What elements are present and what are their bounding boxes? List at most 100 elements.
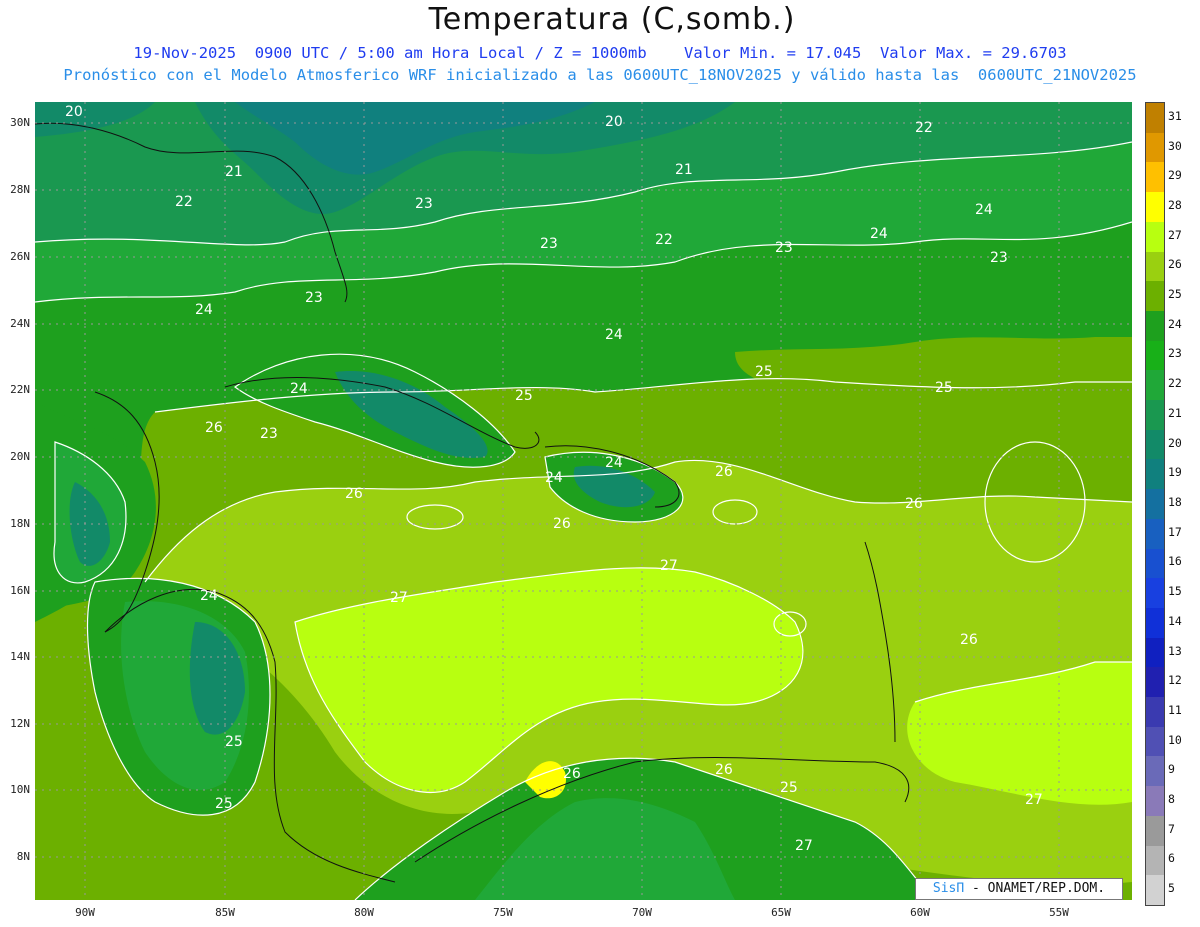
colorbar-swatch [1146, 281, 1164, 312]
credit-org: - ONAMET/REP.DOM. [964, 881, 1106, 896]
lon-label: 60W [910, 906, 930, 919]
contour-label: 26 [960, 632, 978, 648]
colorbar-swatch [1146, 103, 1164, 134]
contour-label: 21 [675, 162, 693, 178]
colorbar-swatch [1146, 310, 1164, 342]
colorbar-label: 12 [1168, 673, 1182, 688]
map-subtitle-model: Pronóstico con el Modelo Atmosferico WRF… [63, 66, 1137, 84]
credit-box: SisΠ - ONAMET/REP.DOM. [915, 878, 1123, 900]
contour-label: 23 [260, 426, 278, 442]
contour-label: 24 [545, 470, 563, 486]
lat-label: 20N [10, 450, 30, 463]
colorbar-label: 15 [1168, 584, 1182, 599]
contour-label: 24 [975, 202, 993, 218]
contour-label: 24 [200, 588, 218, 604]
colorbar-swatch [1146, 815, 1164, 847]
lat-label: 16N [10, 584, 30, 597]
colorbar-swatch [1146, 429, 1164, 460]
colorbar-label: 9 [1168, 762, 1175, 777]
colorbar-label: 22 [1168, 376, 1182, 391]
colorbar-label: 19 [1168, 465, 1182, 480]
colorbar-swatch [1146, 400, 1164, 431]
colorbar-swatch [1146, 340, 1164, 371]
colorbar-label: 7 [1168, 821, 1175, 836]
colorbar-label: 31 [1168, 108, 1182, 123]
contour-label: 24 [870, 226, 888, 242]
contour-label: 25 [780, 780, 798, 796]
contour-label: 26 [563, 766, 581, 782]
colorbar-label: 10 [1168, 732, 1182, 747]
contour-label: 26 [553, 516, 571, 532]
colorbar-swatch [1146, 578, 1164, 609]
contour-label: 24 [290, 381, 308, 397]
colorbar-swatch [1146, 875, 1164, 906]
contour-label: 27 [1025, 792, 1043, 808]
lat-label: 12N [10, 717, 30, 730]
colorbar-swatch [1146, 786, 1164, 817]
temperature-field: 20 20 21 21 22 22 22 23 23 23 23 23 23 24 24 24 24 24 24 24… [35, 102, 1132, 900]
contour-label: 27 [390, 590, 408, 606]
contour-label: 26 [715, 762, 733, 778]
colorbar-swatch [1146, 637, 1164, 668]
contour-label: 26 [715, 464, 733, 480]
colorbar-swatch [1146, 756, 1164, 787]
contour-label: 22 [915, 120, 933, 136]
contour-label: 22 [655, 232, 673, 248]
colorbar-label: 29 [1168, 168, 1182, 183]
contour-label: 25 [755, 364, 773, 380]
contour-label: 27 [795, 838, 813, 854]
colorbar-label: 25 [1168, 287, 1182, 302]
lat-label: 22N [10, 383, 30, 396]
map-title: Temperatura (C,somb.) [428, 2, 796, 37]
lat-label: 28N [10, 183, 30, 196]
contour-label: 20 [65, 104, 83, 120]
lon-label: 90W [75, 906, 95, 919]
map-subtitle-run: 19-Nov-2025 0900 UTC / 5:00 am Hora Loca… [133, 44, 1067, 62]
lat-label: 10N [10, 783, 30, 796]
contour-label: 25 [935, 380, 953, 396]
contour-label: 23 [990, 250, 1008, 266]
contour-label: 24 [605, 327, 623, 343]
contour-label: 26 [905, 496, 923, 512]
colorbar-label: 24 [1168, 316, 1182, 331]
lat-label: 8N [16, 850, 30, 863]
colorbar-swatch [1146, 251, 1164, 282]
lon-label: 65W [771, 906, 791, 919]
contour-label: 20 [605, 114, 623, 130]
contour-label: 25 [225, 734, 243, 750]
colorbar-label: 17 [1168, 524, 1182, 539]
colorbar-swatch [1146, 221, 1164, 253]
lat-label: 14N [10, 650, 30, 663]
lat-label: 18N [10, 517, 30, 530]
contour-label: 24 [195, 302, 213, 318]
colorbar-swatch [1146, 459, 1164, 490]
colorbar-label: 14 [1168, 613, 1182, 628]
lon-label: 85W [215, 906, 235, 919]
colorbar-swatch [1146, 607, 1164, 639]
contour-label: 23 [540, 236, 558, 252]
colorbar-label: 28 [1168, 197, 1182, 212]
contour-label: 26 [345, 486, 363, 502]
colorbar-label: 11 [1168, 702, 1182, 717]
colorbar-label: 30 [1168, 138, 1182, 153]
colorbar-swatch [1146, 370, 1164, 401]
contour-label: 27 [660, 558, 678, 574]
contour-label: 23 [305, 290, 323, 306]
lat-label: 26N [10, 250, 30, 263]
lon-label: 55W [1049, 906, 1069, 919]
colorbar-swatch [1146, 162, 1164, 193]
colorbar-swatch [1146, 845, 1164, 876]
lon-label: 70W [632, 906, 652, 919]
colorbar [1145, 102, 1165, 906]
colorbar-label: 6 [1168, 851, 1175, 866]
contour-label: 23 [775, 240, 793, 256]
colorbar-label: 26 [1168, 257, 1182, 272]
contour-label: 24 [605, 455, 623, 471]
lon-label: 75W [493, 906, 513, 919]
contour-label: 25 [215, 796, 233, 812]
contour-label: 25 [515, 388, 533, 404]
colorbar-swatch [1146, 548, 1164, 579]
lat-label: 24N [10, 317, 30, 330]
contour-label: 21 [225, 164, 243, 180]
temperature-map: 20 20 21 21 22 22 22 23 23 23 23 23 23 24 24 24 24 24 24 24… [35, 102, 1132, 900]
